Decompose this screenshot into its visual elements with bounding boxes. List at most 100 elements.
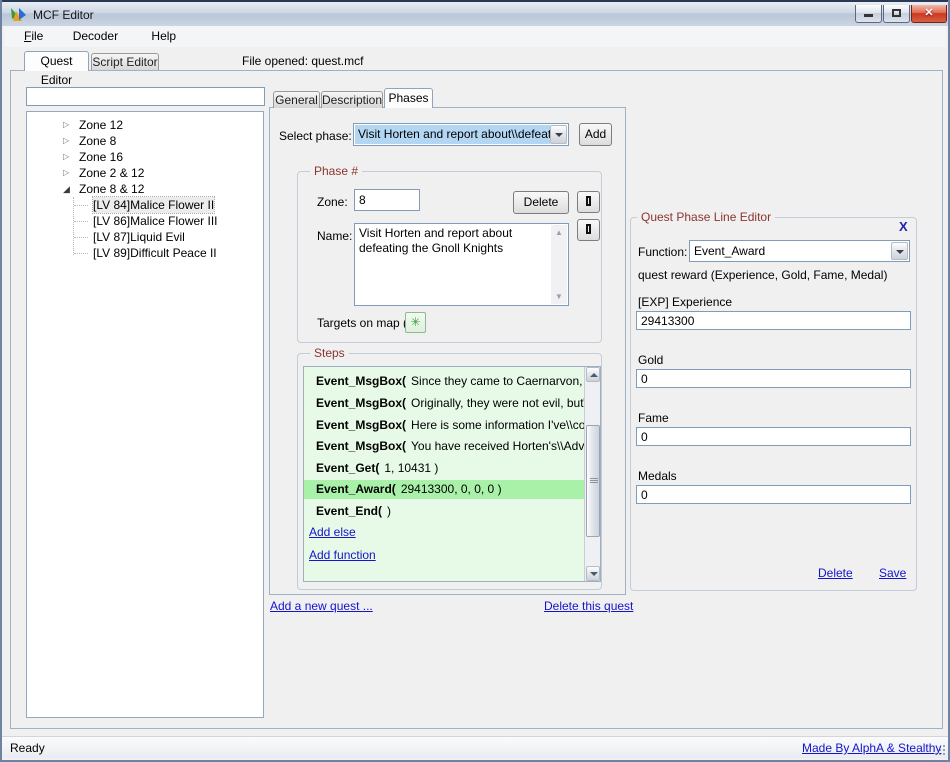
step-function: Event_Award( — [316, 482, 396, 496]
scroll-up-icon[interactable]: ▲ — [551, 225, 567, 240]
zone-input[interactable] — [354, 189, 420, 211]
maximize-button[interactable] — [883, 5, 910, 23]
tab-script-editor[interactable]: Script Editor — [91, 53, 159, 71]
line-editor-close-button[interactable]: X — [899, 219, 908, 234]
unknown-glyph-icon — [586, 196, 591, 206]
step-function: Event_End( — [316, 504, 382, 518]
delete-this-quest-link[interactable]: Delete this quest — [544, 599, 633, 613]
scroll-up-icon — [590, 373, 598, 377]
add-else-link[interactable]: Add else — [309, 525, 356, 541]
menu-decoder[interactable]: Decoder — [65, 26, 126, 45]
step-function: Event_MsgBox( — [316, 439, 406, 453]
fame-input[interactable] — [636, 427, 911, 446]
name-scrollbar[interactable]: ▲ ▼ — [551, 225, 567, 304]
tree-expanded-icon[interactable]: ◢ — [63, 181, 75, 197]
close-button[interactable]: ✕ — [911, 5, 947, 23]
tree-item-lv89[interactable]: [LV 89]Difficult Peace II — [93, 245, 217, 261]
tree-item-zone-12[interactable]: Zone 12 — [79, 117, 123, 133]
menu-file[interactable]: File — [16, 26, 51, 45]
targets-label: Targets on map (1) — [317, 316, 418, 330]
step-row[interactable]: Event_End() — [304, 502, 585, 521]
minimize-icon — [864, 14, 873, 17]
medals-label: Medals — [638, 469, 677, 483]
step-args: You have received Horten's\\Adver — [411, 439, 585, 453]
gold-label: Gold — [638, 353, 663, 367]
function-label: Function: — [638, 245, 687, 259]
scroll-down-button[interactable] — [586, 566, 600, 581]
step-function: Event_MsgBox( — [316, 374, 406, 388]
tree-item-zone-8[interactable]: Zone 8 — [79, 133, 116, 149]
credit-link[interactable]: Made By AlphA & Stealthy — [802, 741, 941, 755]
tree-collapsed-icon[interactable]: ▷ — [63, 165, 75, 181]
line-save-link[interactable]: Save — [879, 566, 906, 580]
scrollbar-thumb[interactable] — [586, 425, 600, 537]
gold-input[interactable] — [636, 369, 911, 388]
tree-collapsed-icon[interactable]: ▷ — [63, 117, 75, 133]
step-args: 29413300, 0, 0, 0 ) — [401, 482, 502, 496]
menu-bar: File Decoder Help — [4, 26, 946, 47]
step-args: Originally, they were not evil, but\\si — [411, 396, 585, 410]
maximize-icon — [892, 9, 901, 17]
step-function: Event_MsgBox( — [316, 418, 406, 432]
step-row[interactable]: Event_Get( 1, 10431 ) — [304, 459, 585, 478]
steps-list[interactable]: Event_MsgBox(Since they came to Caernarv… — [303, 366, 601, 582]
tree-item-lv87[interactable]: [LV 87]Liquid Evil — [93, 229, 185, 245]
line-editor-title: Quest Phase Line Editor — [637, 210, 775, 224]
scroll-up-button[interactable] — [586, 367, 600, 382]
add-phase-button[interactable]: Add — [579, 123, 612, 146]
tree-item-zone-16[interactable]: Zone 16 — [79, 149, 123, 165]
delete-phase-button[interactable]: Delete — [513, 191, 569, 214]
scroll-down-icon[interactable]: ▼ — [551, 289, 567, 304]
tab-phases[interactable]: Phases — [384, 88, 433, 108]
step-args: 1, 10431 ) — [384, 461, 438, 475]
zone-label: Zone: — [317, 195, 348, 209]
step-row[interactable]: Event_MsgBox(Here is some information I'… — [304, 416, 585, 435]
tree-collapsed-icon[interactable]: ▷ — [63, 149, 75, 165]
minimize-button[interactable] — [855, 5, 882, 23]
chevron-down-icon — [896, 250, 904, 254]
add-function-link[interactable]: Add function — [309, 548, 376, 564]
phase-select-value: Visit Horten and report about\\defeating — [355, 125, 550, 144]
tree-collapsed-icon[interactable]: ▷ — [63, 133, 75, 149]
tree-connector — [74, 253, 88, 254]
zone-tree[interactable]: ▷Zone 12 ▷Zone 8 ▷Zone 16 ▷Zone 2 & 12 ◢… — [26, 111, 264, 718]
function-description: quest reward (Experience, Gold, Fame, Me… — [638, 268, 887, 282]
step-function: Event_Get( — [316, 461, 379, 475]
tree-connector — [74, 237, 88, 238]
step-row[interactable]: Event_MsgBox( You have received Horten's\… — [304, 437, 585, 456]
tree-connector — [74, 221, 88, 222]
search-input[interactable] — [26, 87, 265, 106]
chevron-down-icon — [555, 133, 563, 137]
add-new-quest-link[interactable]: Add a new quest ... — [270, 599, 373, 613]
phase-select-combobox[interactable]: Visit Horten and report about\\defeating — [353, 123, 569, 146]
phase-down-button[interactable] — [577, 219, 600, 241]
file-opened-label: File opened: quest.mcf — [242, 54, 363, 68]
step-row-selected[interactable]: Event_Award( 29413300, 0, 0, 0 ) — [304, 480, 585, 499]
phase-name-textarea[interactable]: Visit Horten and report about defeating … — [354, 223, 569, 306]
tree-item-zone-2-12[interactable]: Zone 2 & 12 — [79, 165, 144, 181]
tree-item-lv86[interactable]: [LV 86]Malice Flower III — [93, 213, 218, 229]
tab-general[interactable]: General — [273, 91, 320, 108]
tab-description[interactable]: Description — [321, 91, 383, 108]
function-dropdown-button[interactable] — [891, 242, 908, 260]
step-row[interactable]: Event_MsgBox(Originally, they were not e… — [304, 394, 585, 413]
tree-item-lv84[interactable]: [LV 84]Malice Flower II — [93, 197, 214, 213]
targets-on-map-button[interactable]: ✳ — [405, 312, 426, 333]
status-text: Ready — [10, 741, 45, 755]
tab-quest-editor[interactable]: Quest Editor — [24, 51, 89, 71]
menu-help[interactable]: Help — [143, 26, 184, 45]
title-bar: MCF Editor ✕ — [2, 0, 948, 26]
phase-select-dropdown-button[interactable] — [550, 125, 567, 144]
function-combobox[interactable]: Event_Award — [689, 240, 910, 262]
target-marker-icon: ✳ — [410, 315, 420, 329]
phase-up-button[interactable] — [577, 191, 600, 213]
medals-input[interactable] — [636, 485, 911, 504]
step-row[interactable]: Event_MsgBox(Since they came to Caernarv… — [304, 372, 585, 391]
step-args: ) — [387, 504, 391, 518]
line-delete-link[interactable]: Delete — [818, 566, 853, 580]
steps-scrollbar[interactable] — [584, 367, 600, 581]
tree-item-zone-8-12[interactable]: Zone 8 & 12 — [79, 181, 144, 197]
steps-groupbox-title: Steps — [310, 346, 349, 360]
name-label: Name: — [317, 229, 352, 243]
exp-input[interactable] — [636, 311, 911, 330]
